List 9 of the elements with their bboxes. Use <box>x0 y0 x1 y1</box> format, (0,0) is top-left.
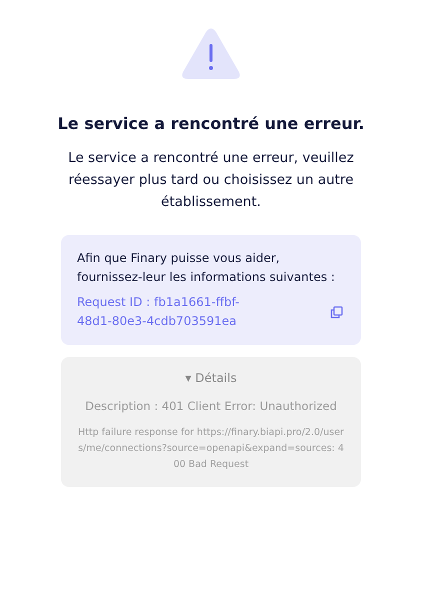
warning-icon <box>181 28 241 80</box>
help-text: Afin que Finary puisse vous aider, fournissez-leur les informations suivantes : <box>77 250 336 286</box>
request-id: Request ID : fb1a1661-ffbf-48d1-80e3-4cdb703591ea <box>77 294 240 330</box>
details-toggle[interactable]: ▾ Détails <box>185 371 237 385</box>
error-description: Description : 401 Client Error: Unauthorized <box>84 399 338 413</box>
copy-button[interactable] <box>328 304 345 320</box>
error-title: Le service a rencontré une erreur. <box>58 114 364 133</box>
error-message: Le service a rencontré une erreur, veuillez réessayer plus tard ou choisissez un autre établissement. <box>67 149 355 212</box>
error-detail: Http failure response for https://finary.biapi.pro/2.0/users/me/connections?source=openapi&expand=sources: 400 Bad Request <box>77 426 345 472</box>
